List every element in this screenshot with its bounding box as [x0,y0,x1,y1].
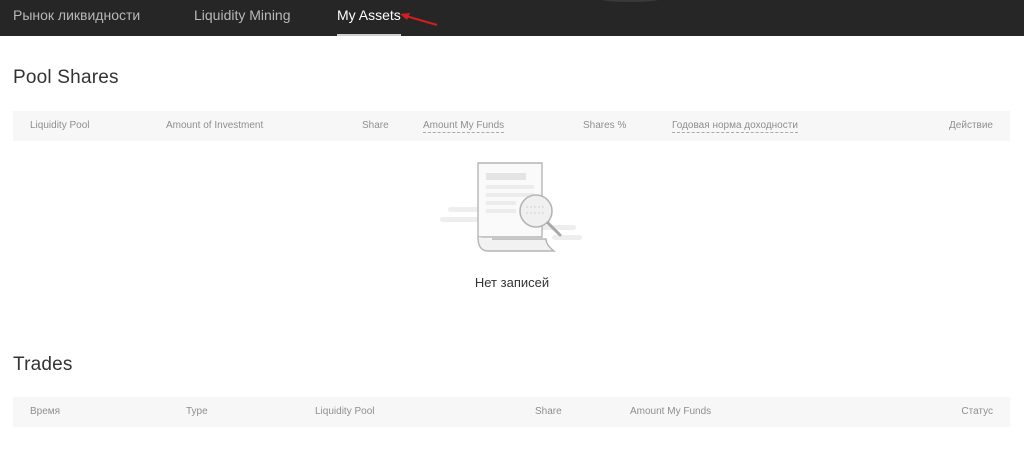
column-annual-yield[interactable]: Годовая норма доходности [672,111,798,141]
top-navigation: Рынок ликвидности Liquidity Mining My As… [0,0,1024,36]
trades-title: Trades [13,354,73,375]
column-shares-percent: Shares % [583,120,627,131]
column-amount-my-funds-label: Amount My Funds [423,120,505,133]
tab-liquidity-mining[interactable]: Liquidity Mining [194,0,291,36]
column-liquidity-pool: Liquidity Pool [315,406,375,417]
column-type: Type [186,406,208,417]
red-arrow-icon [400,13,438,26]
tab-my-assets[interactable]: My Assets [337,0,401,36]
trades-table-header: Время Type Liquidity Pool Share Amount M… [13,397,1010,427]
column-time: Время [30,406,61,417]
empty-document-search-icon [440,162,582,252]
column-annual-yield-label: Годовая норма доходности [672,120,798,133]
column-share: Share [362,120,389,131]
pool-shares-table-header: Liquidity Pool Amount of Investment Shar… [13,111,1010,141]
empty-state: Нет записей [0,155,1024,295]
empty-state-text: Нет записей [474,275,550,290]
column-liquidity-pool: Liquidity Pool [30,120,90,131]
column-share: Share [535,406,562,417]
column-status: Статус [961,406,993,417]
tab-liquidity-market[interactable]: Рынок ликвидности [13,0,140,36]
column-amount-of-investment: Amount of Investment [166,120,264,131]
pool-shares-title: Pool Shares [13,67,119,88]
nav-decoration [600,0,660,2]
column-amount-my-funds: Amount My Funds [630,406,712,417]
column-action: Действие [949,120,993,131]
column-amount-my-funds[interactable]: Amount My Funds [423,111,505,141]
